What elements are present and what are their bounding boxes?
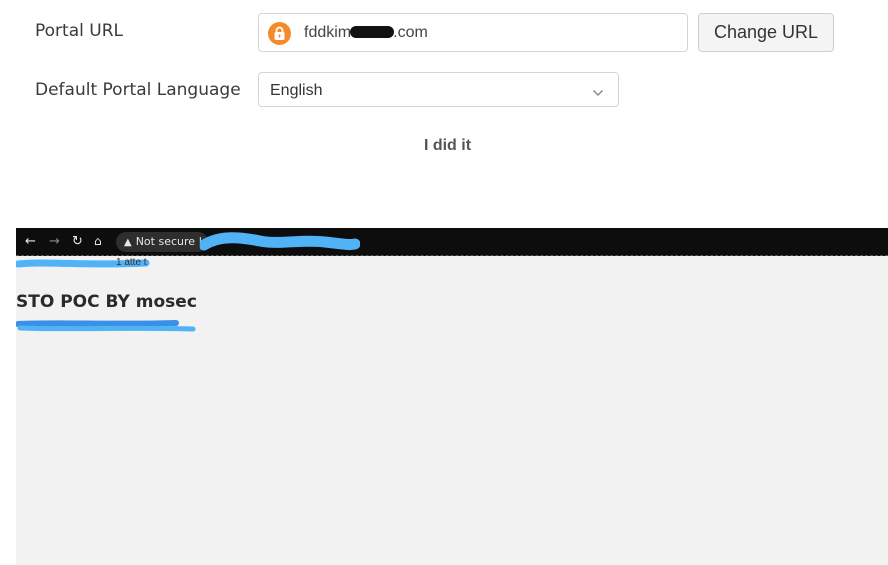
page-heading: STO POC BY mosec	[16, 292, 197, 312]
browser-toolbar: ← → ↻ ⌂ ▲ Not secure |	[16, 228, 888, 256]
warning-icon: ▲	[124, 237, 132, 248]
change-url-button[interactable]: Change URL	[698, 13, 834, 52]
page-partial-text: 1 atte t	[116, 257, 147, 268]
back-arrow-icon: ←	[25, 234, 36, 249]
redaction-mark	[350, 26, 395, 38]
forward-arrow-icon: →	[49, 234, 60, 249]
portal-language-label: Default Portal Language	[35, 80, 241, 100]
not-secure-chip: ▲ Not secure |	[116, 232, 209, 252]
portal-url-label: Portal URL	[35, 21, 123, 41]
redaction-scribble	[16, 320, 196, 332]
portal-url-value: fddkim .com	[304, 24, 428, 41]
caption-text: I did it	[423, 137, 472, 154]
chevron-down-icon	[592, 84, 604, 102]
portal-language-select[interactable]: English	[258, 72, 619, 107]
embedded-browser-screenshot: ← → ↻ ⌂ ▲ Not secure | 1 atte t STO POC B…	[16, 228, 888, 565]
portal-url-field[interactable]: fddkim .com	[258, 13, 688, 52]
home-icon: ⌂	[94, 234, 102, 248]
reload-icon: ↻	[72, 234, 83, 249]
lock-icon	[268, 22, 291, 45]
redaction-scribble	[200, 232, 360, 251]
portal-language-value: English	[270, 82, 323, 99]
